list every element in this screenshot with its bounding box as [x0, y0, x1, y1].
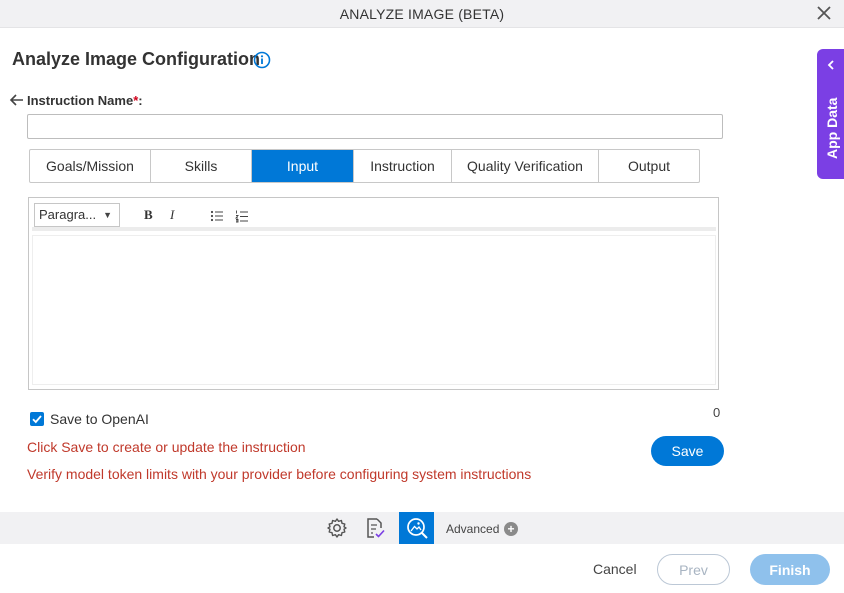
bullet-list-icon[interactable] — [210, 207, 224, 225]
gear-icon[interactable] — [325, 516, 349, 540]
paragraph-format-value: Paragra... — [39, 207, 97, 222]
caret-down-icon: ▼ — [103, 210, 112, 220]
dialog-titlebar: ANALYZE IMAGE (BETA) — [0, 0, 844, 28]
cancel-button[interactable]: Cancel — [593, 561, 637, 577]
tab-goals-mission[interactable]: Goals/Mission — [30, 150, 151, 182]
paragraph-format-select[interactable]: Paragra... ▼ — [34, 203, 120, 227]
form-check-icon[interactable] — [363, 516, 387, 540]
close-icon[interactable] — [816, 5, 832, 21]
page-title: Analyze Image Configuration — [12, 49, 261, 69]
character-counter: 0 — [713, 405, 721, 420]
image-search-icon — [407, 518, 428, 539]
editor-content-area[interactable] — [32, 235, 716, 385]
instruction-name-input[interactable] — [27, 114, 723, 139]
tab-output[interactable]: Output — [599, 150, 699, 182]
finish-button[interactable]: Finish — [750, 554, 830, 585]
tab-quality-verification[interactable]: Quality Verification — [452, 150, 599, 182]
plus-circle-icon[interactable]: + — [504, 522, 518, 536]
bold-button[interactable]: B — [144, 207, 153, 225]
prev-button[interactable]: Prev — [657, 554, 730, 585]
editor-toolbar: Paragra... ▼ B I — [32, 201, 716, 231]
save-button[interactable]: Save — [651, 436, 724, 466]
rich-text-editor: Paragra... ▼ B I — [28, 197, 719, 390]
numbered-list-icon[interactable] — [235, 207, 249, 225]
tab-instruction[interactable]: Instruction — [354, 150, 452, 182]
checkmark-icon — [32, 415, 42, 424]
advanced-link[interactable]: Advanced — [446, 522, 499, 536]
dialog-title: ANALYZE IMAGE (BETA) — [339, 6, 505, 22]
italic-button[interactable]: I — [170, 207, 174, 225]
token-limit-message: Verify model token limits with your prov… — [27, 466, 532, 482]
analyze-image-step-button[interactable] — [399, 512, 434, 544]
instruction-tabs: Goals/Mission Skills Input Instruction Q… — [29, 149, 700, 183]
save-to-openai-checkbox[interactable] — [30, 412, 44, 426]
save-hint-message: Click Save to create or update the instr… — [27, 439, 306, 455]
instruction-name-label: Instruction Name*: — [27, 93, 143, 108]
info-icon[interactable] — [253, 51, 271, 69]
tab-input[interactable]: Input — [252, 150, 354, 182]
chevron-left-icon — [827, 60, 834, 70]
app-data-label: App Data — [824, 97, 840, 159]
tab-skills[interactable]: Skills — [151, 150, 252, 182]
step-toolbar: Advanced + — [0, 512, 844, 544]
app-data-panel-toggle[interactable]: App Data — [817, 49, 844, 179]
save-to-openai-label: Save to OpenAI — [50, 411, 149, 427]
back-arrow-icon[interactable] — [9, 93, 25, 107]
